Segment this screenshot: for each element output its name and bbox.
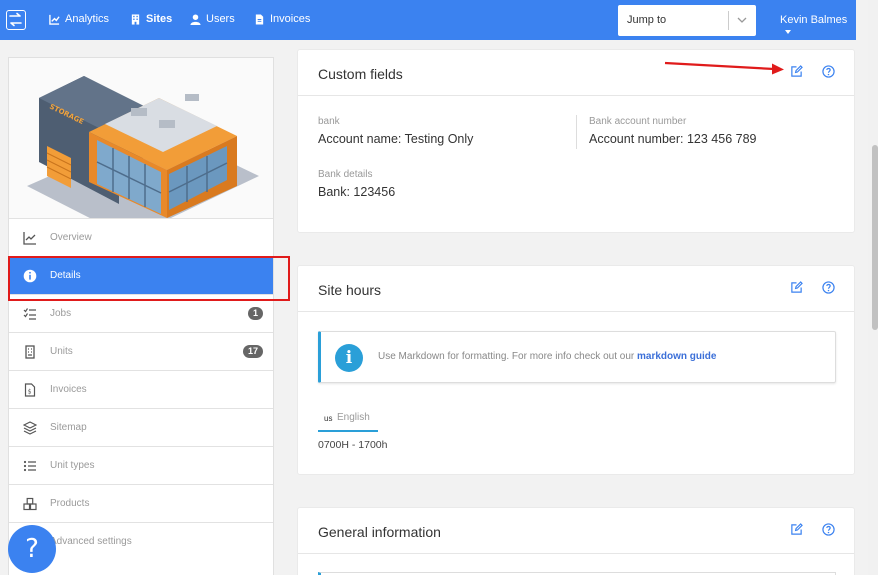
units-icon [25,345,35,359]
list-icon [23,460,36,472]
edit-icon[interactable] [790,523,803,536]
nav-invoices[interactable]: Invoices [254,13,310,25]
sidebar-item-overview[interactable]: Overview [9,218,273,256]
app-logo-icon[interactable] [6,10,26,30]
jump-divider [728,11,729,30]
nav-sites-label: Sites [146,13,173,25]
sidebar-item-unit-types[interactable]: Unit types [9,446,273,484]
field-label-account-number: Bank account number [589,116,687,127]
sidebar-item-label: Jobs [50,308,72,319]
site-hours-body: i Use Markdown for formatting. For more … [298,312,854,474]
markdown-hint: Use Markdown for formatting. For more in… [378,351,716,362]
help-circle-icon[interactable] [822,281,835,294]
trend-icon [23,232,36,245]
sidebar-item-units[interactable]: Units 17 [9,332,273,370]
boxes-icon [23,497,37,511]
field-value-bank-details: Bank: 123456 [318,185,396,199]
details-highlight-annotation [8,256,290,301]
svg-text:$: $ [28,389,32,396]
user-name: Kevin Balmes [780,14,848,26]
nav-invoices-label: Invoices [270,13,311,25]
top-navigation-bar: Analytics Sites Users Invoices Jump to K… [0,0,856,40]
checklist-icon [23,308,36,320]
sidebar-item-label: Overview [50,232,92,243]
nav-analytics[interactable]: Analytics [49,13,109,25]
caret-down-icon [785,30,791,35]
field-value-bank: Account name: Testing Only [318,132,474,146]
custom-fields-card: Custom fields bank Account name: Testing… [297,49,855,233]
layers-icon [23,421,37,435]
tab-language-english[interactable]: us English [318,408,378,432]
nav-users-label: Users [206,13,235,25]
sidebar-item-label: Advanced settings [50,536,132,547]
help-circle-icon[interactable] [822,65,835,78]
general-information-header: General information [298,508,854,554]
jump-to-placeholder: Jump to [627,14,667,26]
building-icon [131,13,140,25]
sidebar-item-sitemap[interactable]: Sitemap [9,408,273,446]
chevron-down-icon[interactable] [736,14,748,26]
nav-users[interactable]: Users [190,13,235,25]
site-sidebar: STORAGE Overview Details Jobs 1 Units 17… [8,57,274,575]
language-name: English [337,412,370,423]
field-divider [576,115,577,149]
jobs-count-badge: 1 [247,307,263,320]
sidebar-item-label: Invoices [50,384,87,395]
field-value-account-number: Account number: 123 456 789 [589,132,757,146]
sidebar-item-label: Products [50,498,90,509]
help-button[interactable]: ? [8,525,56,573]
jump-to-select[interactable]: Jump to [618,5,756,36]
sidebar-item-label: Units [50,346,73,357]
edit-icon[interactable] [790,281,803,294]
general-information-card: General information [297,507,855,575]
sidebar-item-products[interactable]: Products [9,484,273,522]
site-hours-card: Site hours i Use Markdown for formatting… [297,265,855,475]
markdown-info-callout: i Use Markdown for formatting. For more … [318,331,836,383]
edit-icon[interactable] [790,65,803,78]
nav-sites[interactable]: Sites [130,13,172,25]
arrow-annotation [664,61,784,75]
file-icon [255,13,264,25]
sidebar-item-invoices[interactable]: $ Invoices [9,370,273,408]
info-circle-icon: i [335,344,363,372]
nav-analytics-label: Analytics [65,13,110,25]
markdown-hint-text: Use Markdown for formatting. For more in… [378,351,637,362]
field-label-bank-details: Bank details [318,169,373,180]
chart-icon [49,14,60,25]
site-image: STORAGE [9,58,273,238]
field-label-bank: bank [318,116,340,127]
general-information-title: General information [318,524,441,540]
us-flag-icon: us [324,414,333,423]
sidebar-item-label: Unit types [50,460,95,471]
user-icon [190,13,201,25]
site-hours-value: 0700H - 1700h [318,439,388,451]
site-hours-header: Site hours [298,266,854,312]
help-circle-icon[interactable] [822,523,835,536]
units-count-badge: 17 [242,345,263,358]
site-hours-title: Site hours [318,282,382,298]
markdown-guide-link[interactable]: markdown guide [637,351,716,362]
user-menu[interactable]: Kevin Balmes [780,14,856,38]
custom-fields-title: Custom fields [318,66,403,82]
sidebar-item-label: Sitemap [50,422,87,433]
page-scrollbar-thumb[interactable] [872,145,878,330]
invoice-icon: $ [24,383,36,397]
